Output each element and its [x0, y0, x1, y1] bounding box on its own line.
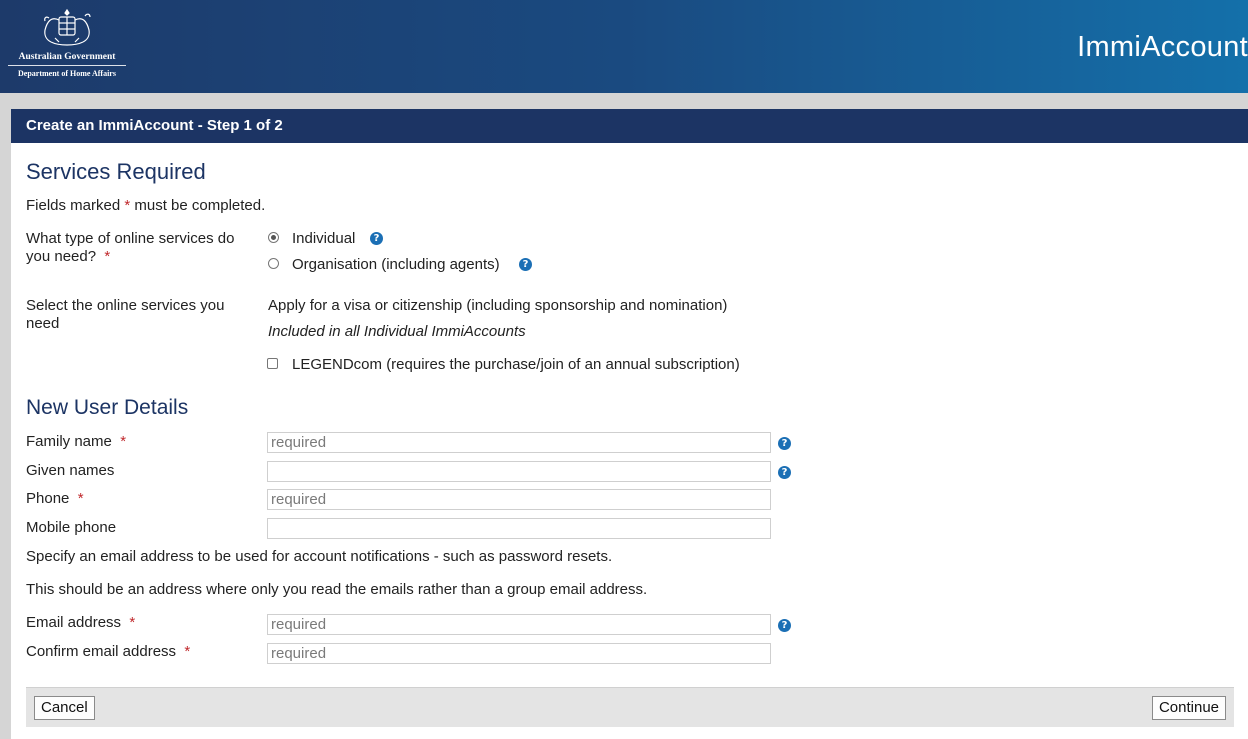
required-asterisk: *	[120, 433, 127, 450]
question-circle-icon[interactable]: ?	[519, 258, 532, 271]
phone-text: Phone	[26, 490, 70, 507]
family-name-text: Family name	[26, 433, 112, 450]
email-text: Email address	[26, 614, 122, 631]
department-name: Department of Home Affairs	[18, 69, 116, 78]
email-label: Email address *	[26, 614, 135, 631]
create-account-panel: Create an ImmiAccount - Step 1 of 2 Serv…	[11, 109, 1248, 739]
email-input[interactable]	[267, 614, 771, 635]
organisation-option-label[interactable]: Organisation (including agents)	[292, 256, 500, 273]
phone-input[interactable]	[267, 489, 771, 510]
organisation-radio[interactable]	[268, 258, 279, 269]
question-circle-icon[interactable]: ?	[778, 619, 791, 632]
legendcom-checkbox[interactable]	[267, 358, 278, 369]
question-circle-icon[interactable]: ?	[370, 232, 383, 245]
fields-note-text: Fields marked	[26, 197, 125, 214]
family-name-input[interactable]	[267, 432, 771, 453]
phone-label: Phone *	[26, 490, 84, 507]
panel-title: Create an ImmiAccount - Step 1 of 2	[11, 109, 1248, 143]
service-type-label: What type of online services do you need…	[26, 230, 251, 266]
email-note-2: This should be an address where only you…	[26, 581, 648, 598]
form-actions-bar: Cancel Continue	[26, 687, 1234, 727]
app-title: ImmiAccount	[1077, 31, 1248, 63]
mobile-phone-input[interactable]	[267, 518, 771, 539]
required-asterisk: *	[77, 490, 84, 507]
confirm-email-input[interactable]	[267, 643, 771, 664]
top-banner: Australian Government Department of Home…	[0, 0, 1248, 93]
question-circle-icon[interactable]: ?	[778, 466, 791, 479]
confirm-email-text: Confirm email address	[26, 643, 177, 660]
service-type-question: What type of online services do you need…	[26, 230, 235, 265]
given-names-input[interactable]	[267, 461, 771, 482]
select-services-label: Select the online services you need	[26, 297, 225, 332]
government-name: Australian Government	[18, 52, 116, 62]
government-logo: Australian Government Department of Home…	[8, 8, 126, 84]
family-name-label: Family name *	[26, 433, 126, 450]
confirm-email-label: Confirm email address *	[26, 643, 190, 660]
apply-visa-text: Apply for a visa or citizenship (includi…	[268, 297, 728, 314]
continue-button[interactable]: Continue	[1151, 696, 1226, 720]
logo-divider	[8, 65, 126, 66]
given-names-label: Given names	[26, 462, 115, 479]
user-details-heading: New User Details	[26, 396, 189, 419]
required-asterisk: *	[129, 614, 136, 631]
individual-option-label[interactable]: Individual	[292, 230, 355, 247]
legendcom-label[interactable]: LEGENDcom (requires the purchase/join of…	[292, 356, 740, 373]
cancel-button[interactable]: Cancel	[34, 696, 95, 720]
mobile-phone-label: Mobile phone	[26, 519, 117, 536]
fields-note: Fields marked * must be completed.	[26, 197, 265, 214]
coat-of-arms-icon	[44, 8, 91, 46]
included-note: Included in all Individual ImmiAccounts	[268, 323, 526, 340]
individual-radio[interactable]	[268, 232, 279, 243]
fields-note-text-end: must be completed.	[130, 197, 266, 214]
required-asterisk: *	[184, 643, 191, 660]
required-asterisk: *	[104, 248, 111, 265]
email-note-1: Specify an email address to be used for …	[26, 548, 613, 565]
services-heading: Services Required	[26, 159, 206, 184]
question-circle-icon[interactable]: ?	[778, 437, 791, 450]
